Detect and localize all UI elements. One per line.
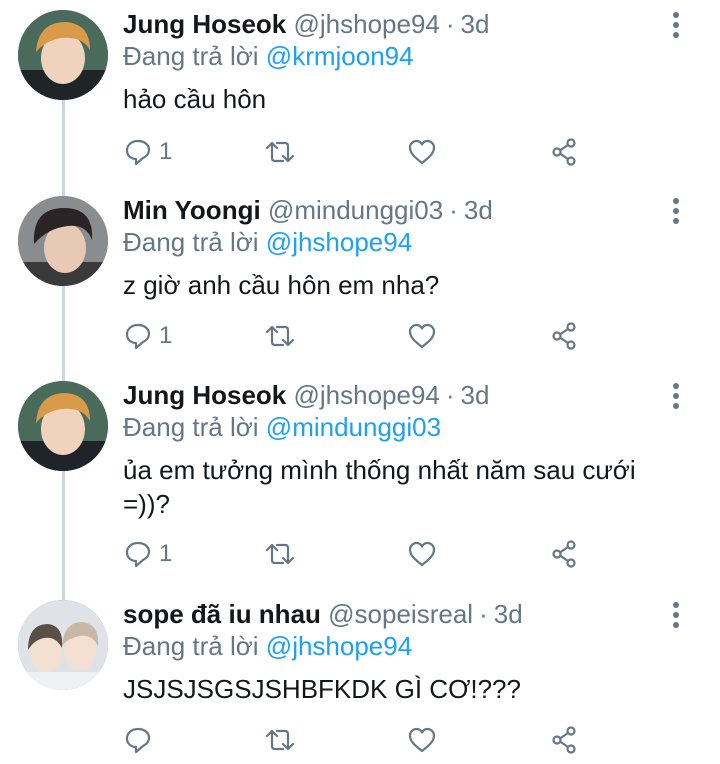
retweet-icon: [265, 325, 295, 347]
replying-to: Đang trả lời @jhshope94: [123, 226, 660, 258]
retweet-button[interactable]: [263, 723, 297, 757]
replying-to-label: Đang trả lời: [123, 227, 259, 257]
tweet-body: Min Yoongi @mindunggi03 · 3d Đang trả lời …: [123, 194, 660, 302]
more-options-icon[interactable]: [664, 194, 688, 228]
tweet-header: Jung Hoseok @jhshope94 · 3d: [123, 379, 660, 411]
share-icon: [552, 322, 576, 350]
like-button[interactable]: [407, 319, 437, 353]
user-handle[interactable]: @jhshope94: [293, 380, 439, 410]
share-icon: [552, 726, 576, 754]
more-options-icon[interactable]: [664, 598, 688, 632]
reply-icon: [125, 541, 151, 568]
tweet-header: Min Yoongi @mindunggi03 · 3d: [123, 194, 660, 226]
share-button[interactable]: [549, 319, 579, 353]
share-button[interactable]: [549, 135, 579, 169]
mention-link[interactable]: @krmjoon94: [266, 41, 414, 71]
like-button[interactable]: [407, 135, 437, 169]
like-button[interactable]: [407, 537, 437, 571]
like-button[interactable]: [407, 723, 437, 757]
display-name[interactable]: Jung Hoseok: [123, 380, 286, 410]
avatar[interactable]: [18, 10, 108, 100]
reply-button[interactable]: 1: [123, 135, 172, 169]
reply-button[interactable]: [123, 723, 159, 757]
avatar-image: [18, 10, 108, 100]
display-name[interactable]: Jung Hoseok: [123, 9, 286, 39]
user-handle[interactable]: @mindunggi03: [268, 195, 443, 225]
timestamp[interactable]: 3d: [461, 9, 490, 39]
mention-link[interactable]: @mindunggi03: [266, 412, 441, 442]
thread-line: [62, 100, 65, 600]
replying-to-label: Đang trả lời: [123, 41, 259, 71]
replying-to: Đang trả lời @jhshope94: [123, 630, 660, 662]
retweet-button[interactable]: [263, 319, 297, 353]
timestamp[interactable]: 3d: [494, 599, 523, 629]
tweet-header: Jung Hoseok @jhshope94 · 3d: [123, 8, 660, 40]
avatar-image: [18, 381, 108, 471]
heart-icon: [408, 323, 436, 349]
reply-count: 1: [159, 138, 173, 165]
tweet-text: z giờ anh cầu hôn em nha?: [123, 270, 440, 300]
reply-button[interactable]: 1: [123, 319, 172, 353]
share-icon: [552, 138, 576, 166]
mention-link[interactable]: @jhshope94: [266, 227, 412, 257]
tweet-actions: 1: [123, 135, 593, 169]
share-icon: [552, 540, 576, 568]
reply-count: 1: [159, 540, 173, 567]
tweet-text: JSJSJSGSJSHBFKDK GÌ CƠ!???: [123, 674, 521, 704]
timestamp[interactable]: 3d: [461, 380, 490, 410]
separator-dot: ·: [449, 195, 458, 225]
reply-icon: [125, 727, 151, 754]
tweet-text: ủa em tưởng mình thống nhất năm sau cưới…: [123, 455, 636, 519]
heart-icon: [408, 541, 436, 567]
user-handle[interactable]: @sopeisreal: [328, 599, 473, 629]
more-options-icon[interactable]: [664, 8, 688, 42]
reply-count: 1: [159, 322, 173, 349]
tweet-header: sope đã iu nhau @sopeisreal · 3d: [123, 598, 660, 630]
more-options-icon[interactable]: [664, 379, 688, 413]
replying-to-label: Đang trả lời: [123, 412, 259, 442]
tweet-body: Jung Hoseok @jhshope94 · 3d Đang trả lời @…: [123, 8, 660, 116]
display-name[interactable]: sope đã iu nhau: [123, 599, 321, 629]
replying-to: Đang trả lời @mindunggi03: [123, 411, 660, 443]
retweet-icon: [265, 141, 295, 163]
timestamp[interactable]: 3d: [464, 195, 493, 225]
share-button[interactable]: [549, 723, 579, 757]
reply-button[interactable]: 1: [123, 537, 172, 571]
reply-icon: [125, 139, 151, 166]
heart-icon: [408, 139, 436, 165]
reply-icon: [125, 323, 151, 350]
replying-to-label: Đang trả lời: [123, 631, 259, 661]
retweet-button[interactable]: [263, 537, 297, 571]
tweet-actions: 1: [123, 319, 593, 353]
separator-dot: ·: [479, 599, 488, 629]
user-handle[interactable]: @jhshope94: [293, 9, 439, 39]
tweet-actions: 1: [123, 537, 593, 571]
tweet-actions: [123, 723, 593, 757]
retweet-button[interactable]: [263, 135, 297, 169]
avatar[interactable]: [18, 381, 108, 471]
separator-dot: ·: [445, 380, 455, 410]
retweet-icon: [265, 729, 295, 751]
avatar[interactable]: [18, 196, 108, 286]
replying-to: Đang trả lời @krmjoon94: [123, 40, 660, 72]
avatar-image: [18, 196, 108, 286]
mention-link[interactable]: @jhshope94: [266, 631, 412, 661]
avatar-image: [18, 600, 108, 690]
avatar[interactable]: [18, 600, 108, 690]
tweet-text: hảo cầu hôn: [123, 84, 267, 114]
separator-dot: ·: [445, 9, 455, 39]
heart-icon: [408, 727, 436, 753]
tweet-body: Jung Hoseok @jhshope94 · 3d Đang trả lời @…: [123, 379, 660, 521]
display-name[interactable]: Min Yoongi: [123, 195, 261, 225]
share-button[interactable]: [549, 537, 579, 571]
tweet-body: sope đã iu nhau @sopeisreal · 3d Đang trả …: [123, 598, 660, 706]
retweet-icon: [265, 543, 295, 565]
